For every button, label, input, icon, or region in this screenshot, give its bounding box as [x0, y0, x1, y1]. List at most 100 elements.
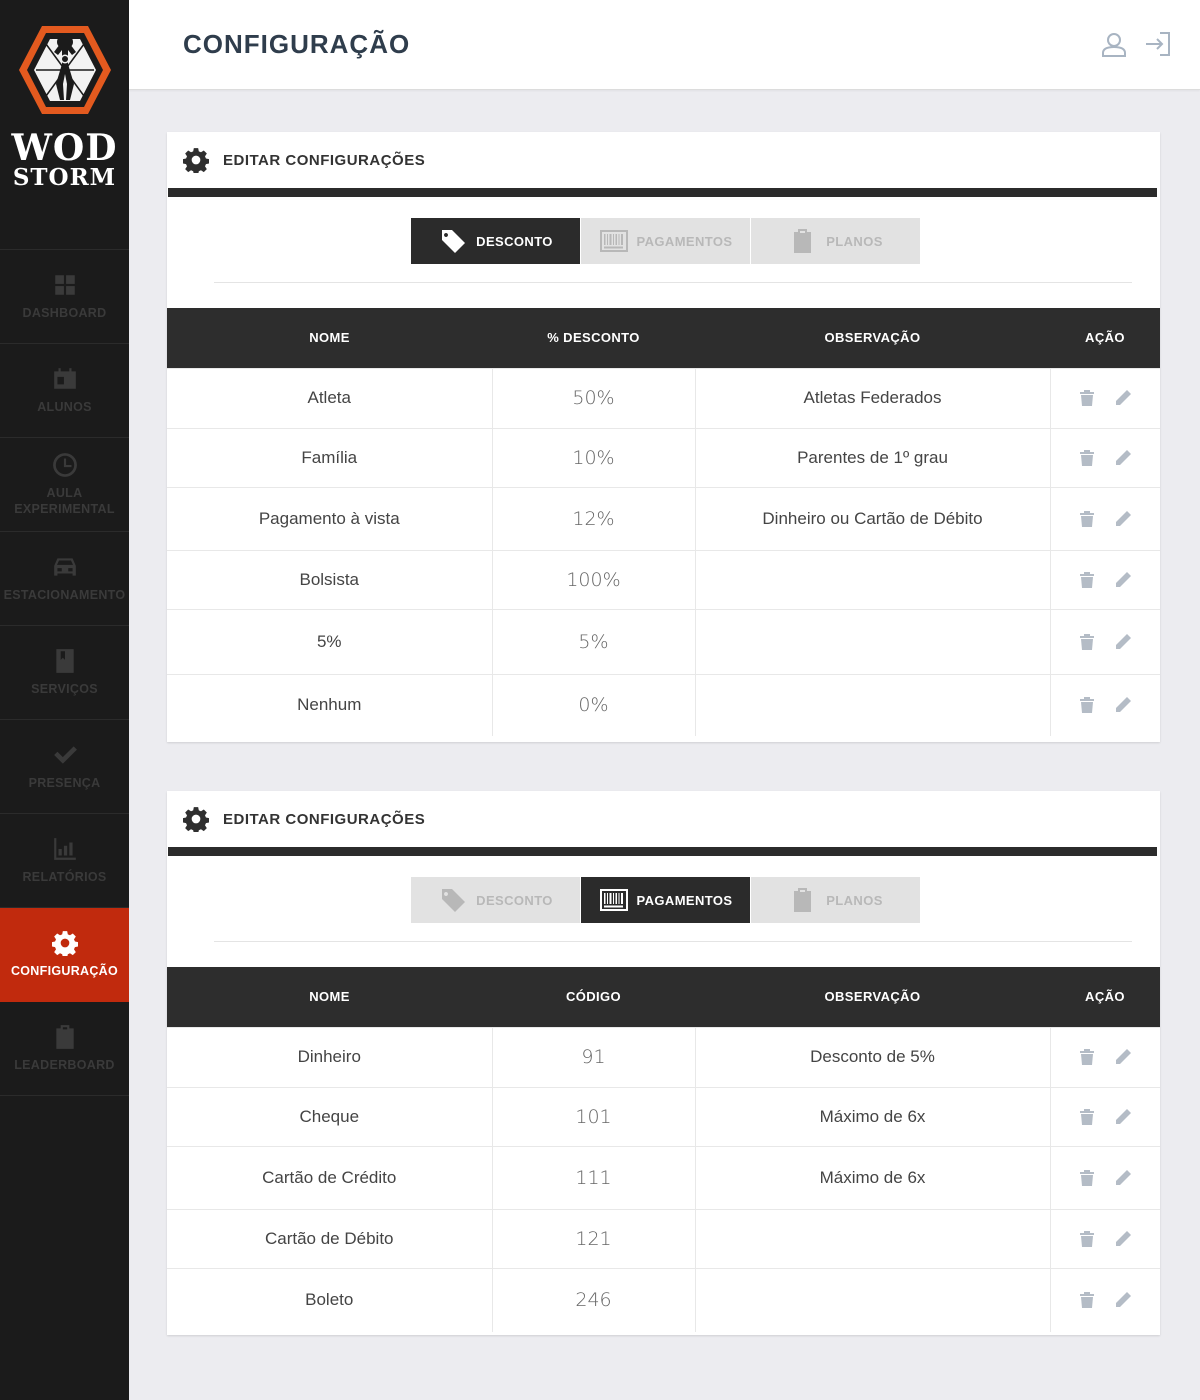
delete-button[interactable] [1078, 571, 1096, 589]
cell-name: Atleta [167, 367, 493, 428]
tab-label: PAGAMENTOS [636, 233, 733, 249]
delete-button[interactable] [1078, 510, 1096, 528]
header-actions [1100, 30, 1172, 58]
edit-button[interactable] [1114, 696, 1132, 714]
id-card-icon [53, 367, 76, 389]
cell-actions [1050, 427, 1160, 487]
pencil-icon [1116, 390, 1132, 405]
edit-button[interactable] [1114, 449, 1132, 467]
cell-observation: Parentes de 1º grau [695, 427, 1051, 487]
sidebar-item-configuracao[interactable]: CONFIGURAÇÃO [0, 908, 129, 1002]
sidebar-item-label: PRESENÇA [28, 775, 101, 790]
card-header: EDITAR CONFIGURAÇÕES [167, 791, 1160, 847]
cell-discount: 10% [492, 427, 696, 487]
sidebar-item-dashboard[interactable]: DASHBOARD [0, 250, 129, 344]
delete-button[interactable] [1078, 1169, 1096, 1187]
clipboard-check-icon [794, 229, 812, 253]
trash-icon [1080, 571, 1095, 588]
pencil-icon [1116, 1108, 1132, 1124]
tab-label: PLANOS [826, 233, 883, 249]
edit-button[interactable] [1114, 510, 1132, 528]
column-header[interactable]: NOME [167, 967, 492, 1027]
cell-observation: Dinheiro ou Cartão de Débito [695, 486, 1051, 550]
column-header[interactable]: CÓDIGO [492, 967, 695, 1027]
cell-code: 121 [492, 1208, 696, 1268]
sidebar-item-leaderboard[interactable]: LEADERBOARD [0, 1002, 129, 1096]
tab-planos[interactable]: PLANOS [751, 877, 920, 923]
column-header[interactable]: OBSERVAÇÃO [695, 967, 1050, 1027]
delete-button[interactable] [1078, 449, 1096, 467]
cell-name: Cartão de Crédito [167, 1145, 493, 1209]
column-header[interactable]: NOME [167, 308, 492, 368]
sidebar: WOD STORM DASHBOARD ALUNOS AULA EXPERIME… [0, 0, 129, 1400]
cell-name: Dinheiro [167, 1026, 493, 1087]
sidebar-item-presenca[interactable]: PRESENÇA [0, 720, 129, 814]
table-row: Cartão de Crédito 111 Máximo de 6x [167, 1145, 1160, 1209]
edit-button[interactable] [1114, 1048, 1132, 1066]
trash-icon [1080, 1292, 1095, 1309]
sidebar-item-label: ALUNOS [37, 399, 92, 414]
card-title: EDITAR CONFIGURAÇÕES [223, 151, 426, 169]
sidebar-item-alunos[interactable]: ALUNOS [0, 344, 129, 438]
grid-icon [54, 274, 75, 295]
tab-pagamentos[interactable]: PAGAMENTOS [581, 218, 750, 264]
cell-code: 101 [492, 1086, 696, 1146]
discount-settings-card: EDITAR CONFIGURAÇÕES DESCONTO PAGAMENTOS… [167, 132, 1160, 742]
brand-logo[interactable]: WOD STORM [0, 0, 129, 250]
edit-button[interactable] [1114, 1108, 1132, 1126]
cell-observation: Máximo de 6x [695, 1086, 1051, 1146]
edit-button[interactable] [1114, 389, 1132, 407]
trash-icon [1080, 510, 1095, 527]
table-row: Atleta 50% Atletas Federados [167, 367, 1160, 428]
cell-discount: 0% [492, 673, 696, 736]
pencil-icon [1116, 1049, 1132, 1064]
user-profile-icon[interactable] [1100, 30, 1128, 58]
cell-actions [1050, 549, 1160, 609]
tab-desconto[interactable]: DESCONTO [411, 877, 580, 923]
delete-button[interactable] [1078, 1048, 1096, 1066]
tab-planos[interactable]: PLANOS [751, 218, 920, 264]
sidebar-item-estacionamento[interactable]: ESTACIONAMENTO [0, 532, 129, 626]
table-row: Cheque 101 Máximo de 6x [167, 1086, 1160, 1146]
column-header[interactable]: % DESCONTO [492, 308, 695, 368]
clipboard-icon [55, 1024, 74, 1049]
brand-line-1: WOD [11, 127, 118, 169]
edit-button[interactable] [1114, 571, 1132, 589]
delete-button[interactable] [1078, 633, 1096, 651]
gear-icon [183, 148, 209, 173]
tab-label: DESCONTO [476, 233, 553, 249]
trash-icon [1080, 1169, 1095, 1186]
tab-pagamentos[interactable]: PAGAMENTOS [581, 877, 750, 923]
cell-actions [1050, 1267, 1160, 1332]
column-header[interactable]: OBSERVAÇÃO [695, 308, 1050, 368]
cell-name: Cheque [167, 1086, 493, 1146]
cell-observation [695, 1208, 1051, 1268]
barcode-icon [599, 889, 628, 911]
gear-icon [183, 807, 209, 832]
delete-button[interactable] [1078, 1291, 1096, 1309]
pencil-icon [1116, 449, 1132, 465]
tab-desconto[interactable]: DESCONTO [411, 218, 580, 264]
sidebar-item-relatorios[interactable]: RELATÓRIOS [0, 814, 129, 908]
delete-button[interactable] [1078, 389, 1096, 407]
cell-actions [1050, 367, 1160, 428]
logout-icon[interactable] [1144, 30, 1172, 58]
edit-button[interactable] [1114, 1169, 1132, 1187]
edit-button[interactable] [1114, 633, 1132, 651]
sidebar-item-servicos[interactable]: SERVIÇOS [0, 626, 129, 720]
delete-button[interactable] [1078, 1108, 1096, 1126]
cell-name: Cartão de Débito [167, 1208, 493, 1268]
pencil-icon [1116, 697, 1132, 713]
cell-name: Família [167, 427, 493, 487]
cell-name: Boleto [167, 1267, 493, 1332]
pencil-icon [1116, 633, 1132, 649]
column-header: AÇÃO [1085, 330, 1125, 346]
delete-button[interactable] [1078, 696, 1096, 714]
cell-discount: 5% [492, 608, 696, 674]
delete-button[interactable] [1078, 1230, 1096, 1248]
edit-button[interactable] [1114, 1230, 1132, 1248]
edit-button[interactable] [1114, 1291, 1132, 1309]
book-icon [55, 648, 74, 673]
tab-bar: DESCONTO PAGAMENTOS PLANOS [411, 877, 920, 923]
sidebar-item-aula-experimental[interactable]: AULA EXPERIMENTAL [0, 438, 129, 532]
